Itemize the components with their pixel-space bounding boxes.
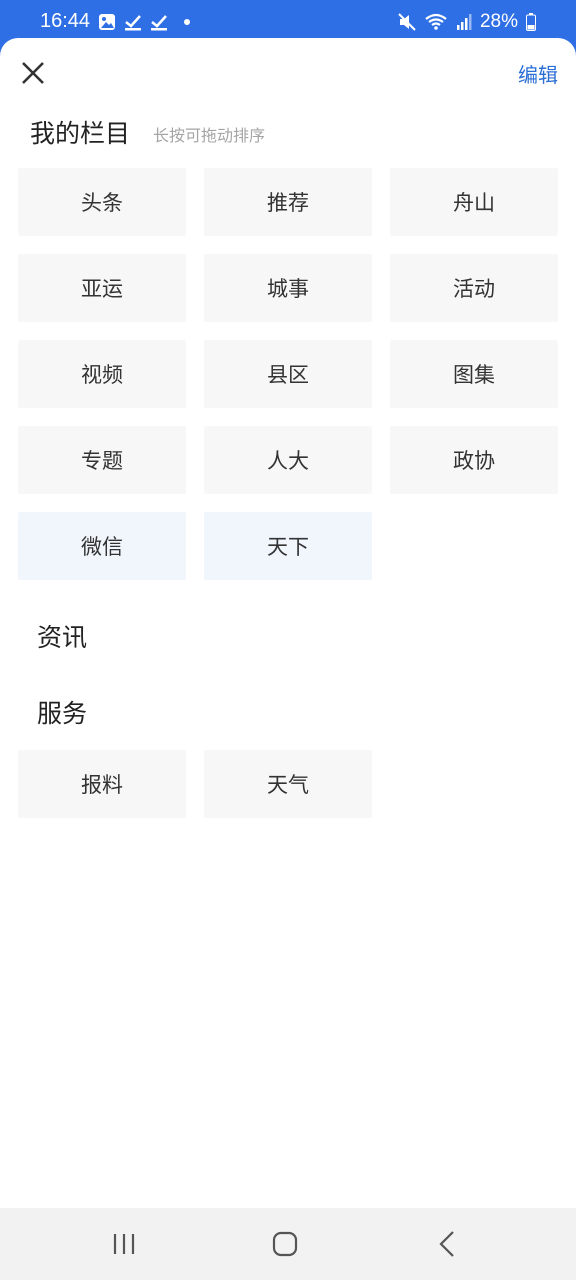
drag-hint: 长按可拖动排序 <box>153 126 266 145</box>
battery-percent: 28% <box>479 11 518 32</box>
channel-tile[interactable]: 图集 <box>390 340 558 408</box>
channel-tile[interactable]: 人大 <box>204 426 372 494</box>
close-icon <box>22 62 44 84</box>
gallery-icon <box>99 14 115 30</box>
check-icon <box>125 15 141 31</box>
news-section-title: 资讯 <box>37 623 88 652</box>
service-grid: 报料 天气 <box>18 750 558 818</box>
recent-apps-icon <box>113 1234 135 1254</box>
channel-tile[interactable]: 城事 <box>204 254 372 322</box>
channel-tile[interactable]: 推荐 <box>204 168 372 236</box>
close-button[interactable] <box>18 58 48 88</box>
battery-icon <box>526 13 536 31</box>
navigation-bar <box>0 1208 576 1280</box>
channel-tile[interactable]: 舟山 <box>390 168 558 236</box>
recent-apps-button[interactable] <box>104 1228 144 1260</box>
channel-tile[interactable]: 政协 <box>390 426 558 494</box>
status-time: 16:44 <box>40 10 91 32</box>
channel-tile[interactable]: 县区 <box>204 340 372 408</box>
my-channels-title: 我的栏目 <box>30 119 131 148</box>
wifi-icon <box>425 13 447 30</box>
dot-icon <box>184 19 190 25</box>
home-button[interactable] <box>265 1228 305 1260</box>
system-icons: 28% <box>398 11 536 33</box>
channel-tile[interactable]: 亚运 <box>18 254 186 322</box>
service-tile[interactable]: 报料 <box>18 750 186 818</box>
channel-manager-sheet: 编辑 我的栏目 长按可拖动排序 头条 推荐 舟山 亚运 城事 活动 视频 县区 … <box>0 38 576 1208</box>
back-button[interactable] <box>427 1228 467 1260</box>
home-icon <box>272 1231 298 1257</box>
mute-icon <box>398 13 416 31</box>
service-tile[interactable]: 天气 <box>204 750 372 818</box>
service-section-title: 服务 <box>37 699 88 728</box>
channel-tile[interactable]: 专题 <box>18 426 186 494</box>
back-icon <box>439 1231 454 1257</box>
channel-tile[interactable]: 活动 <box>390 254 558 322</box>
my-channels-grid: 头条 推荐 舟山 亚运 城事 活动 视频 县区 图集 专题 人大 政协 微信 天… <box>18 168 558 580</box>
signal-icon <box>456 14 472 30</box>
channel-tile[interactable]: 头条 <box>18 168 186 236</box>
channel-tile[interactable]: 视频 <box>18 340 186 408</box>
notification-icons <box>98 13 190 31</box>
channel-tile[interactable]: 微信 <box>18 512 186 580</box>
check-icon <box>151 15 167 31</box>
edit-button[interactable]: 编辑 <box>518 59 558 88</box>
channel-tile[interactable]: 天下 <box>204 512 372 580</box>
